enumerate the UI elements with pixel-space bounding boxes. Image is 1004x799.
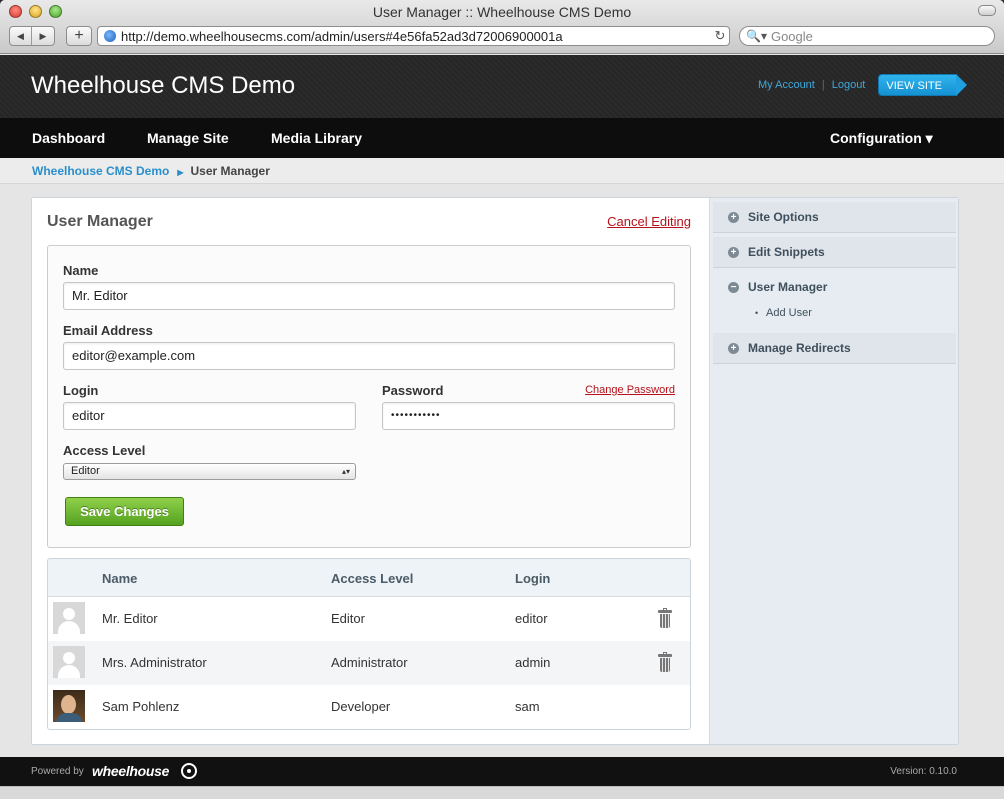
- breadcrumb-arrow-icon: ▶: [177, 168, 184, 177]
- user-access-level: Developer: [331, 699, 391, 714]
- user-name[interactable]: Sam Pohlenz: [102, 699, 179, 714]
- user-access-level: Editor: [331, 611, 365, 626]
- login-field[interactable]: editor: [63, 402, 356, 430]
- table-row[interactable]: Sam Pohlenz Developer sam: [48, 685, 690, 729]
- page-title: User Manager: [47, 213, 153, 230]
- browser-window: User Manager :: Wheelhouse CMS Demo ◀ ▶ …: [0, 0, 1004, 799]
- wheelhouse-logo[interactable]: wheelhouse: [92, 763, 169, 779]
- select-caret-icon: ▴▾: [341, 467, 350, 476]
- content-panel: User Manager Cancel Editing Name Mr. Edi…: [31, 197, 959, 745]
- header-links: My Account | Logout VIEW SITE: [758, 74, 967, 96]
- password-field[interactable]: •••••••••••: [382, 402, 675, 430]
- view-site-button[interactable]: VIEW SITE: [878, 74, 967, 96]
- trash-icon[interactable]: [658, 652, 672, 672]
- window-title: User Manager :: Wheelhouse CMS Demo: [372, 4, 632, 20]
- logout-link[interactable]: Logout: [832, 79, 866, 91]
- email-label: Email Address: [63, 323, 153, 338]
- column-header-access-level[interactable]: Access Level: [331, 571, 413, 586]
- back-button[interactable]: ◀: [10, 27, 32, 45]
- avatar: [53, 602, 85, 634]
- history-buttons: ◀ ▶: [9, 26, 55, 46]
- search-icon: 🔍▾: [746, 29, 767, 43]
- sidebar-item-manage-redirects[interactable]: + Manage Redirects: [713, 333, 956, 364]
- plus-circle-icon: +: [728, 343, 739, 354]
- site-header: Wheelhouse CMS Demo My Account | Logout …: [0, 55, 1004, 118]
- change-password-link[interactable]: Change Password: [585, 384, 675, 396]
- access-level-label: Access Level: [63, 443, 146, 458]
- site-title: Wheelhouse CMS Demo: [31, 72, 296, 99]
- forward-button[interactable]: ▶: [32, 27, 54, 45]
- address-bar[interactable]: http://demo.wheelhousecms.com/admin/user…: [97, 26, 730, 46]
- browser-toolbar: User Manager :: Wheelhouse CMS Demo ◀ ▶ …: [0, 0, 1004, 54]
- user-login: sam: [515, 699, 540, 714]
- user-login: admin: [515, 655, 551, 670]
- page-content: Wheelhouse CMS Demo My Account | Logout …: [0, 55, 1004, 799]
- avatar: [53, 690, 85, 722]
- sidebar-subitem-add-user[interactable]: Add User: [755, 298, 812, 329]
- cancel-editing-link[interactable]: Cancel Editing: [607, 214, 691, 229]
- reload-icon[interactable]: ↻: [711, 28, 729, 44]
- add-bookmark-button[interactable]: +: [66, 26, 92, 46]
- ship-wheel-icon: [181, 763, 197, 779]
- globe-icon: [104, 30, 116, 42]
- column-header-name[interactable]: Name: [102, 571, 137, 586]
- table-header: Name Access Level Login: [48, 559, 690, 597]
- sidebar-item-user-manager[interactable]: − User Manager Add User: [713, 272, 956, 329]
- access-level-select[interactable]: Editor ▴▾: [63, 463, 356, 480]
- users-table: Name Access Level Login Mr. Editor Edito…: [47, 558, 691, 730]
- breadcrumb-root-link[interactable]: Wheelhouse CMS Demo: [32, 164, 169, 178]
- sidebar-item-label: Site Options: [748, 210, 819, 224]
- user-manager-main: User Manager Cancel Editing Name Mr. Edi…: [32, 198, 708, 744]
- my-account-link[interactable]: My Account: [758, 79, 815, 91]
- nav-configuration[interactable]: Configuration ▾: [830, 130, 933, 147]
- name-field[interactable]: Mr. Editor: [63, 282, 675, 310]
- user-edit-form: Name Mr. Editor Email Address editor@exa…: [47, 245, 691, 548]
- user-access-level: Administrator: [331, 655, 408, 670]
- link-separator: |: [821, 79, 825, 91]
- column-header-login[interactable]: Login: [515, 571, 550, 586]
- sidebar-item-label: Edit Snippets: [748, 245, 825, 259]
- version-text: Version: 0.10.0: [890, 766, 957, 777]
- search-field[interactable]: 🔍▾ Google: [739, 26, 995, 46]
- avatar: [53, 646, 85, 678]
- search-placeholder: Google: [770, 28, 813, 44]
- access-level-value: Editor: [71, 465, 100, 477]
- toolbar-toggle-button[interactable]: [978, 5, 996, 16]
- name-label: Name: [63, 263, 99, 278]
- nav-dashboard[interactable]: Dashboard: [32, 130, 105, 146]
- user-name[interactable]: Mr. Editor: [102, 611, 158, 626]
- password-label: Password: [382, 383, 444, 398]
- table-row[interactable]: Mr. Editor Editor editor: [48, 597, 690, 641]
- breadcrumb-current: User Manager: [190, 164, 270, 178]
- sidebar-item-site-options[interactable]: + Site Options: [713, 202, 956, 233]
- url-text[interactable]: http://demo.wheelhousecms.com/admin/user…: [121, 29, 711, 44]
- plus-circle-icon: +: [728, 212, 739, 223]
- email-field[interactable]: editor@example.com: [63, 342, 675, 370]
- minus-circle-icon: −: [728, 282, 739, 293]
- sidebar-item-edit-snippets[interactable]: + Edit Snippets: [713, 237, 956, 268]
- save-changes-button[interactable]: Save Changes: [65, 497, 184, 526]
- main-nav: Dashboard Manage Site Media Library Conf…: [0, 118, 1004, 158]
- sidebar: + Site Options + Edit Snippets − User Ma…: [709, 198, 958, 744]
- nav-manage-site[interactable]: Manage Site: [147, 130, 229, 146]
- window-bottom-bar: [0, 786, 1004, 799]
- site-footer: Powered by wheelhouse Version: 0.10.0: [0, 757, 1004, 786]
- nav-media-library[interactable]: Media Library: [271, 130, 362, 146]
- user-login: editor: [515, 611, 548, 626]
- sidebar-item-label: Manage Redirects: [748, 341, 851, 355]
- trash-icon[interactable]: [658, 608, 672, 628]
- login-label: Login: [63, 383, 99, 398]
- powered-by-text: Powered by: [31, 766, 84, 777]
- user-name[interactable]: Mrs. Administrator: [102, 655, 207, 670]
- breadcrumb: Wheelhouse CMS Demo ▶ User Manager: [0, 158, 1004, 184]
- plus-circle-icon: +: [728, 247, 739, 258]
- sidebar-item-label: User Manager: [748, 280, 828, 294]
- table-row[interactable]: Mrs. Administrator Administrator admin: [48, 641, 690, 685]
